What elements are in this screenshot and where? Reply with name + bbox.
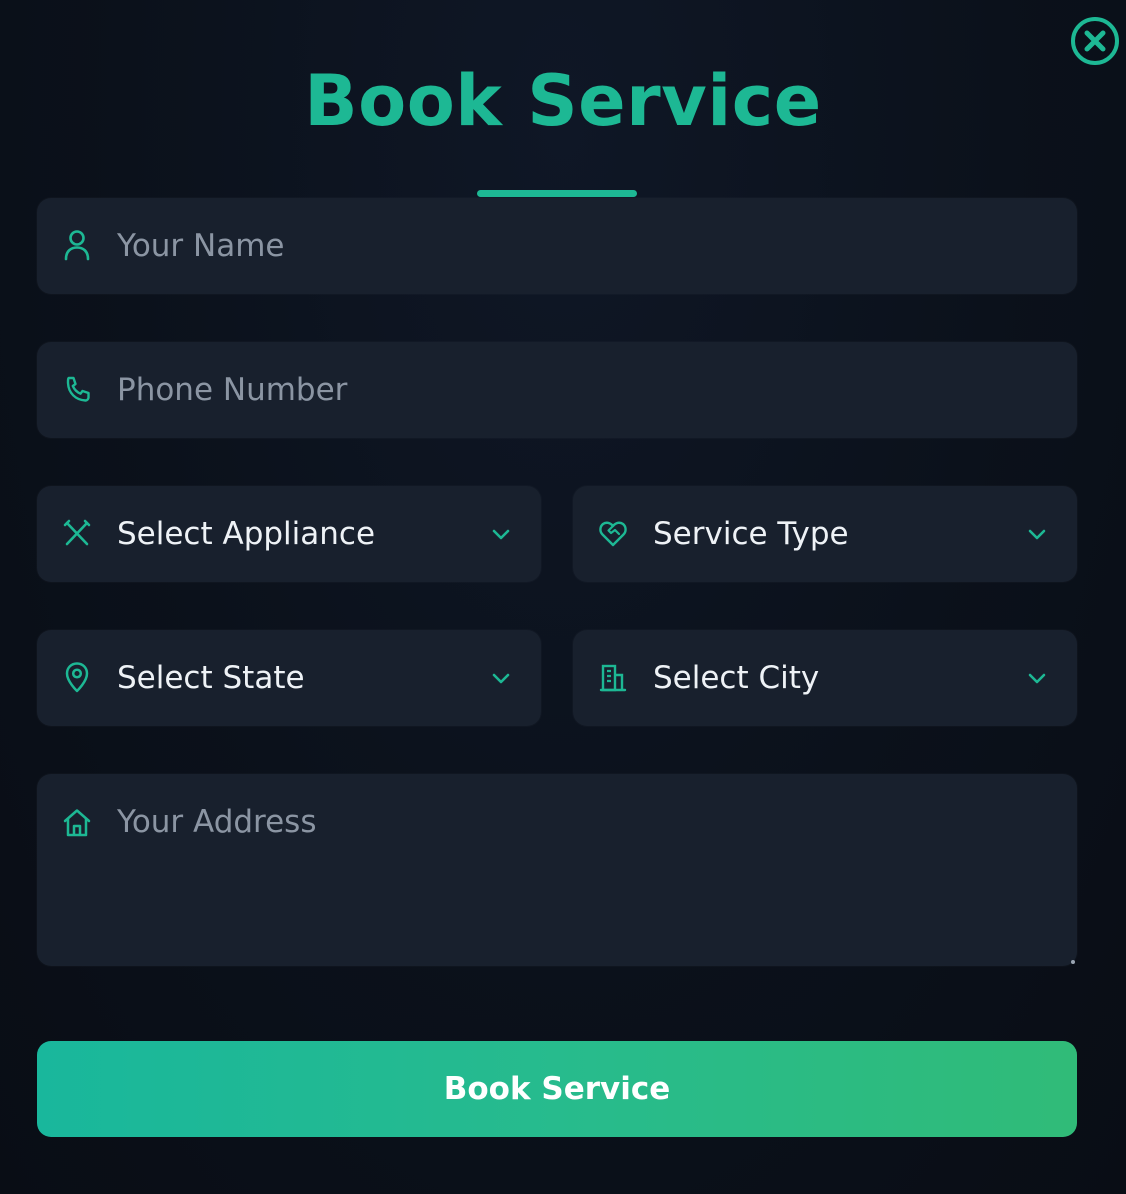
- building-icon: [599, 664, 627, 692]
- appliance-selected: Select Appliance: [117, 516, 376, 552]
- title-underline: [477, 190, 637, 197]
- address-placeholder: Your Address: [117, 804, 317, 840]
- chevron-down-icon: [492, 673, 510, 684]
- user-icon: [64, 230, 90, 261]
- phone-placeholder: Phone Number: [117, 372, 348, 408]
- service-type-selected: Service Type: [653, 516, 849, 552]
- service-type-select[interactable]: Service Type: [573, 486, 1077, 582]
- name-field[interactable]: Your Name: [37, 198, 1077, 294]
- page-title: Book Service: [304, 60, 822, 142]
- address-textarea[interactable]: Your Address: [37, 774, 1077, 966]
- name-placeholder: Your Name: [117, 228, 285, 264]
- tools-icon: [63, 519, 91, 546]
- state-selected: Select State: [117, 660, 305, 696]
- book-service-button[interactable]: Book Service: [37, 1041, 1077, 1137]
- phone-icon: [66, 376, 90, 402]
- heart-handshake-icon: [599, 521, 627, 547]
- chevron-down-icon: [492, 529, 510, 540]
- state-select[interactable]: Select State: [37, 630, 541, 726]
- resize-handle[interactable]: [1071, 960, 1075, 964]
- city-select[interactable]: Select City: [573, 630, 1077, 726]
- city-selected: Select City: [653, 660, 820, 696]
- map-pin-icon: [65, 662, 89, 693]
- phone-field[interactable]: Phone Number: [37, 342, 1077, 438]
- appliance-select[interactable]: Select Appliance: [37, 486, 541, 582]
- home-icon: [63, 809, 91, 837]
- chevron-down-icon: [1028, 673, 1046, 684]
- chevron-down-icon: [1028, 529, 1046, 540]
